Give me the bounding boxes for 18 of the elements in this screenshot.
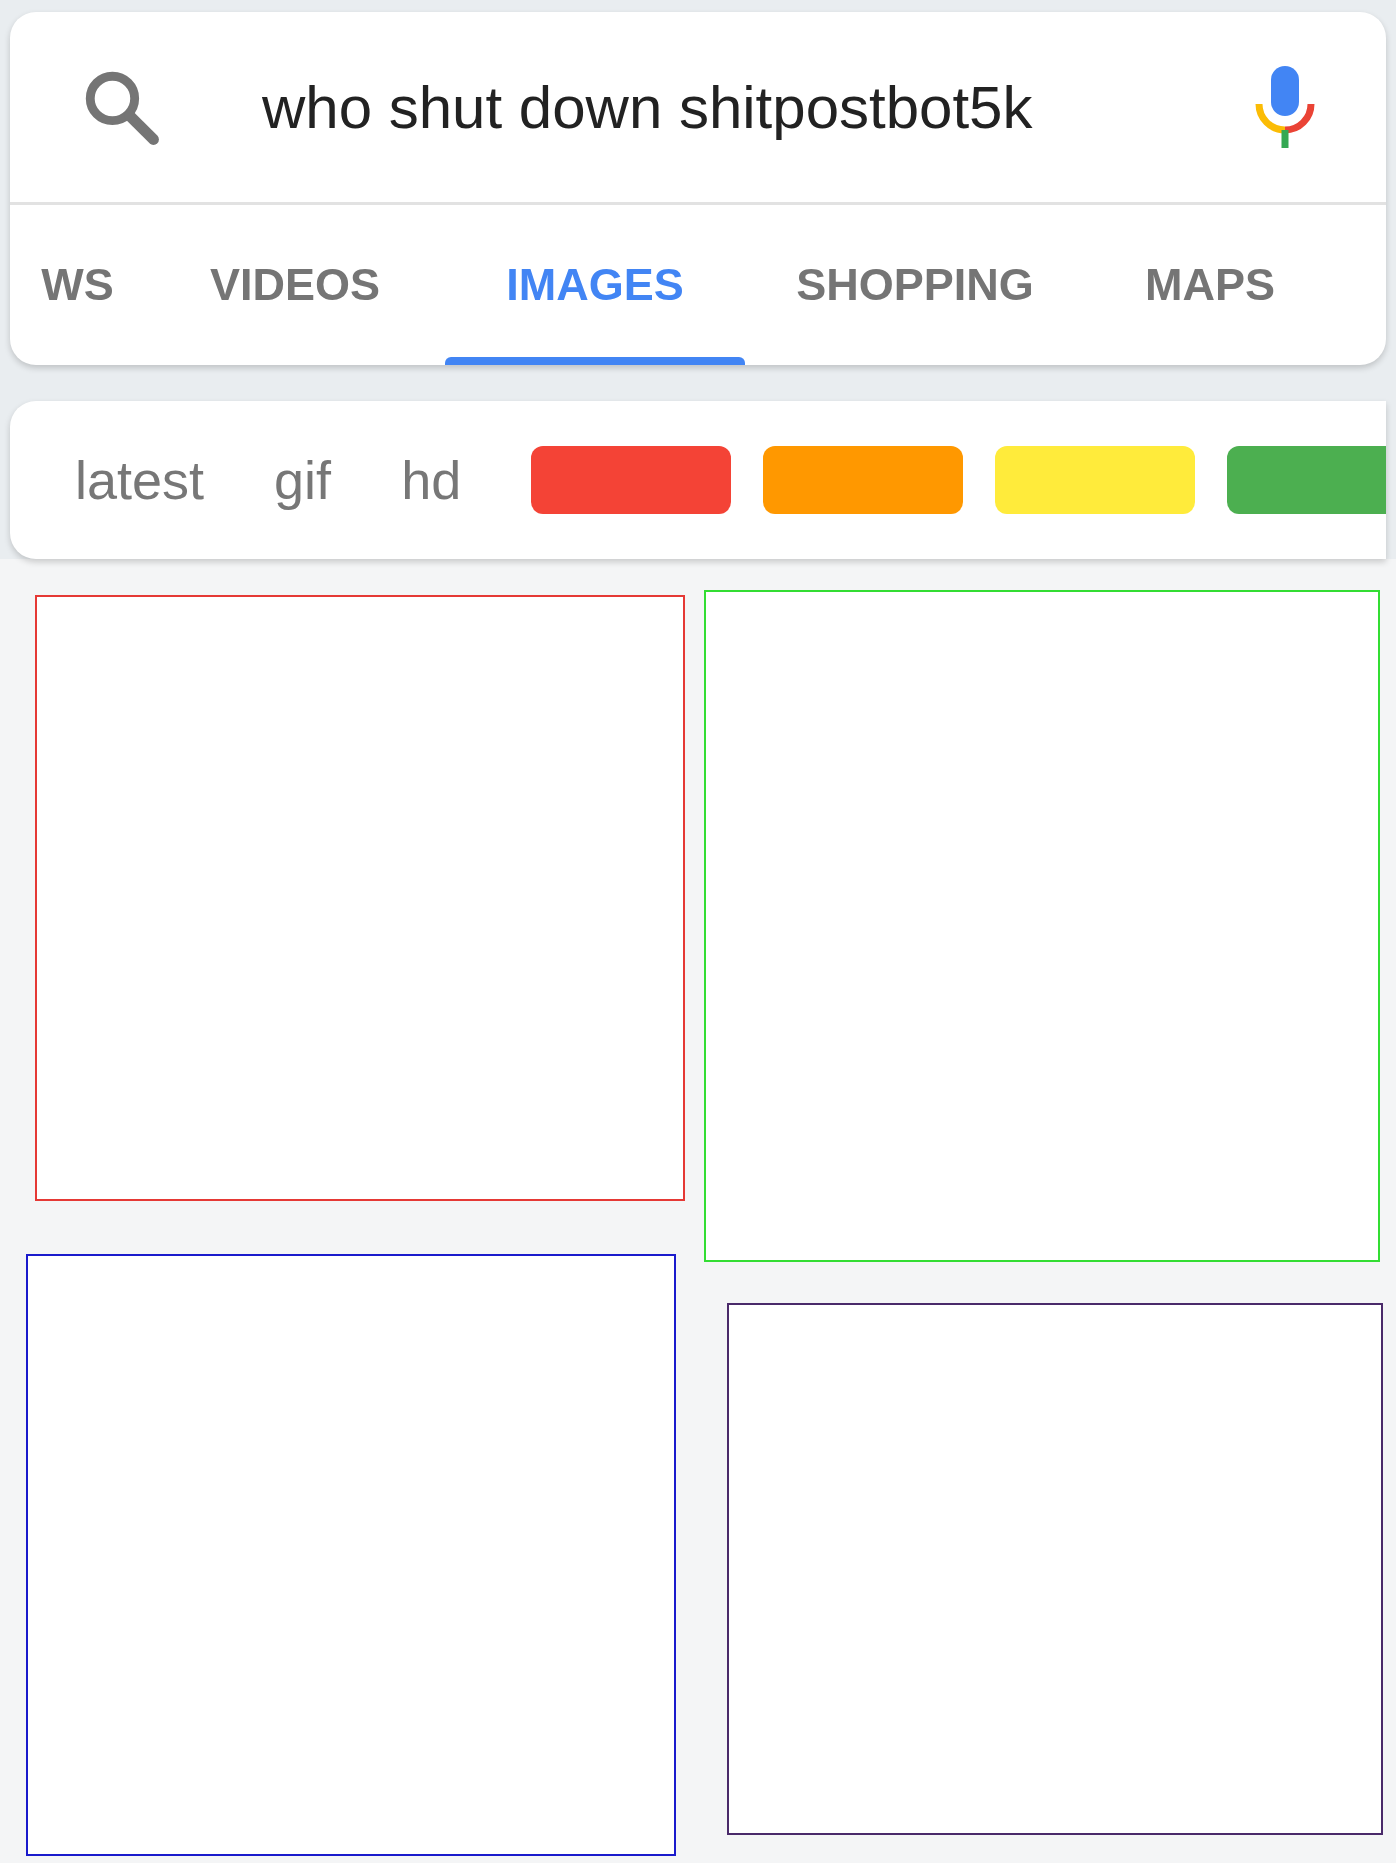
microphone-icon[interactable] xyxy=(1254,66,1316,148)
image-result[interactable] xyxy=(26,1254,676,1856)
color-filter[interactable] xyxy=(531,446,732,514)
color-filter[interactable] xyxy=(1227,446,1386,514)
color-filter[interactable] xyxy=(995,446,1196,514)
tab[interactable]: VIDEOS xyxy=(145,205,445,365)
search-field[interactable]: who shut down shitpostbot5k xyxy=(262,72,1154,142)
color-filter[interactable] xyxy=(763,446,964,514)
image-result[interactable] xyxy=(727,1303,1383,1835)
image-result[interactable] xyxy=(35,595,685,1201)
tab[interactable]: WS xyxy=(10,205,145,365)
image-result[interactable] xyxy=(704,590,1380,1262)
filter-chip[interactable]: gif xyxy=(274,449,332,511)
filter-chip[interactable]: latest xyxy=(75,449,205,511)
tab[interactable]: MAPS xyxy=(1085,205,1335,365)
filter-chip[interactable]: hd xyxy=(401,449,462,511)
tab[interactable]: IMAGES xyxy=(445,205,745,365)
tab[interactable]: SHOPPING xyxy=(745,205,1085,365)
